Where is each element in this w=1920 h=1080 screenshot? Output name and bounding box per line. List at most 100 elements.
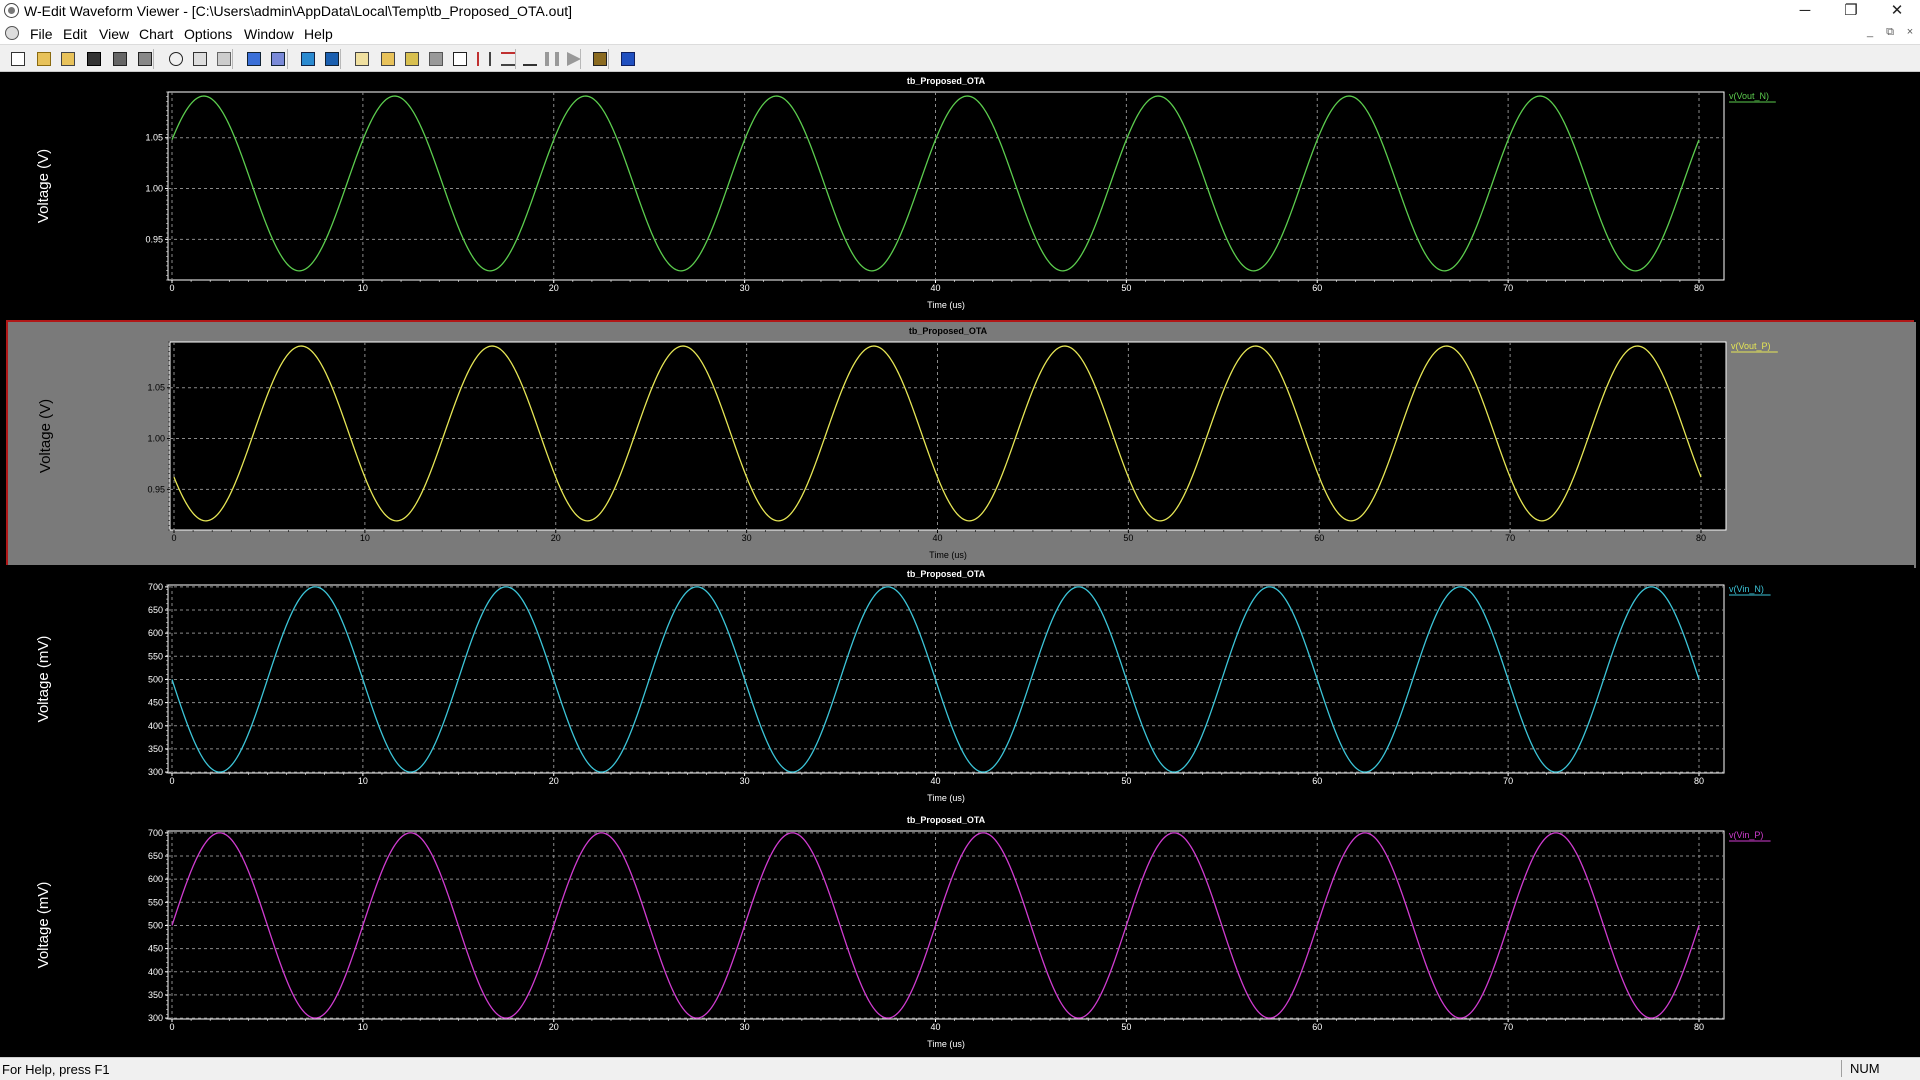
chart-panel-vin-p[interactable]: 0 10 20 30 40 50 60 70 80 700 650 600 550 500 450 400 35… (6, 811, 1914, 1057)
x-tick-label: 10 (358, 1022, 368, 1032)
menu-options[interactable]: Options (184, 26, 232, 42)
y-tick-label: 0.95 (145, 234, 163, 244)
y-tick-label: 1.05 (145, 133, 163, 143)
y-tick-label: 500 (148, 920, 163, 930)
y-axis-label: Voltage (mV) (35, 636, 52, 723)
mdi-close-button[interactable]: × (1902, 26, 1918, 38)
expression-button[interactable] (402, 49, 422, 69)
x-axis-label: Time (us) (927, 1039, 965, 1049)
chart-overlay-icon (271, 52, 285, 66)
new-file-button[interactable] (8, 49, 28, 69)
x-tick-label: 10 (360, 533, 370, 543)
add-point-icon (523, 52, 537, 66)
chart-panel-vin-n[interactable]: 0 10 20 30 40 50 60 70 80 700 650 600 550 500 450 400 35… (6, 565, 1914, 811)
x-tick-label: 30 (740, 1022, 750, 1032)
plot-area[interactable] (167, 91, 1725, 281)
chart-panel-vout-n[interactable]: 0 10 20 30 40 50 60 70 80 1.05 1.00 0.95 tb_Proposed… (6, 72, 1914, 318)
open-file-button[interactable] (34, 49, 54, 69)
menu-edit[interactable]: Edit (63, 26, 87, 42)
home-icon (301, 52, 315, 66)
y-tick-label: 450 (148, 698, 163, 708)
minimize-button[interactable]: ─ (1782, 0, 1828, 24)
save-image-button[interactable] (590, 49, 610, 69)
print-preview-button[interactable] (135, 49, 155, 69)
close-button[interactable]: ✕ (1874, 0, 1920, 24)
y-tick-label: 300 (148, 767, 163, 777)
chart-layout-button[interactable] (244, 49, 264, 69)
chart-layout-icon (247, 52, 261, 66)
legend-label[interactable]: v(Vin_N) (1729, 584, 1764, 594)
y-tick-label: 1.00 (147, 434, 165, 444)
plot-area[interactable] (169, 341, 1727, 531)
mdi-minimize-button[interactable]: _ (1862, 26, 1878, 38)
y-tick-label: 550 (148, 651, 163, 661)
x-tick-label: 20 (549, 283, 559, 293)
add-point-button[interactable] (520, 49, 540, 69)
menu-file[interactable]: File (30, 26, 53, 42)
y-tick-label: 600 (148, 874, 163, 884)
stack-traces-icon (429, 52, 443, 66)
help-book-button[interactable] (618, 49, 638, 69)
y-tick-label: 650 (148, 605, 163, 615)
menu-chart[interactable]: Chart (139, 26, 173, 42)
save-button[interactable] (84, 49, 104, 69)
open-file-icon (37, 52, 51, 66)
cursor-icon (477, 52, 491, 66)
menu-view[interactable]: View (99, 26, 129, 42)
y-tick-label: 550 (148, 897, 163, 907)
toolbar-separator (580, 49, 581, 69)
app-icon[interactable] (4, 3, 19, 18)
document-icon[interactable] (5, 26, 19, 40)
stack-traces-button[interactable] (426, 49, 446, 69)
x-tick-label: 80 (1694, 1022, 1704, 1032)
cursor-button[interactable] (474, 49, 494, 69)
y-tick-label: 450 (148, 944, 163, 954)
y-tick-label: 350 (148, 744, 163, 754)
zoom-fit-button[interactable] (322, 49, 342, 69)
y-tick-label: 350 (148, 990, 163, 1000)
x-tick-label: 20 (549, 776, 559, 786)
pause-icon (545, 52, 559, 66)
legend-label[interactable]: v(Vout_N) (1729, 91, 1769, 101)
toolbar-separator (287, 49, 288, 69)
paste-icon (217, 52, 231, 66)
toolbar-separator (232, 49, 233, 69)
y-tick-label: 1.05 (147, 383, 165, 393)
toolbar-separator (340, 49, 341, 69)
y-tick-label: 400 (148, 967, 163, 977)
x-tick-label: 30 (740, 283, 750, 293)
add-chart-button[interactable] (352, 49, 372, 69)
legend-label[interactable]: v(Vin_P) (1729, 830, 1763, 840)
restore-button[interactable]: ❐ (1828, 0, 1874, 24)
play-button[interactable] (564, 49, 584, 69)
text-label-button[interactable] (450, 49, 470, 69)
menu-bar: File Edit View Chart Options Window Help… (0, 24, 1920, 44)
paste-button[interactable] (214, 49, 234, 69)
legend-label[interactable]: v(Vout_P) (1731, 341, 1771, 351)
save-image-icon (593, 52, 607, 66)
chart-svg: 0 10 20 30 40 50 60 70 80 1.05 1.00 0.95 tb_Proposed… (6, 72, 1914, 318)
zoom-fit-icon (325, 52, 339, 66)
add-trace-button[interactable] (378, 49, 398, 69)
open-tabbed-button[interactable] (58, 49, 78, 69)
copy-button[interactable] (190, 49, 210, 69)
y-tick-label: 700 (148, 582, 163, 592)
x-tick-label: 50 (1121, 776, 1131, 786)
x-tick-label: 60 (1312, 283, 1322, 293)
expression-icon (405, 52, 419, 66)
y-tick-label: 1.00 (145, 184, 163, 194)
home-button[interactable] (298, 49, 318, 69)
menu-help[interactable]: Help (304, 26, 333, 42)
y-tick-label: 0.95 (147, 484, 165, 494)
y-tick-label: 600 (148, 628, 163, 638)
pause-button[interactable] (542, 49, 562, 69)
chart-panel-vout-p[interactable]: 0 10 20 30 40 50 60 70 80 1.05 1.00 0.95 tb_Proposed… (6, 320, 1916, 568)
x-axis-label: Time (us) (927, 793, 965, 803)
cut-button[interactable] (166, 49, 186, 69)
chart-overlay-button[interactable] (268, 49, 288, 69)
menu-window[interactable]: Window (244, 26, 294, 42)
mdi-restore-button[interactable]: ⧉ (1882, 26, 1898, 39)
x-tick-label: 70 (1503, 776, 1513, 786)
print-button[interactable] (110, 49, 130, 69)
x-tick-label: 30 (740, 776, 750, 786)
